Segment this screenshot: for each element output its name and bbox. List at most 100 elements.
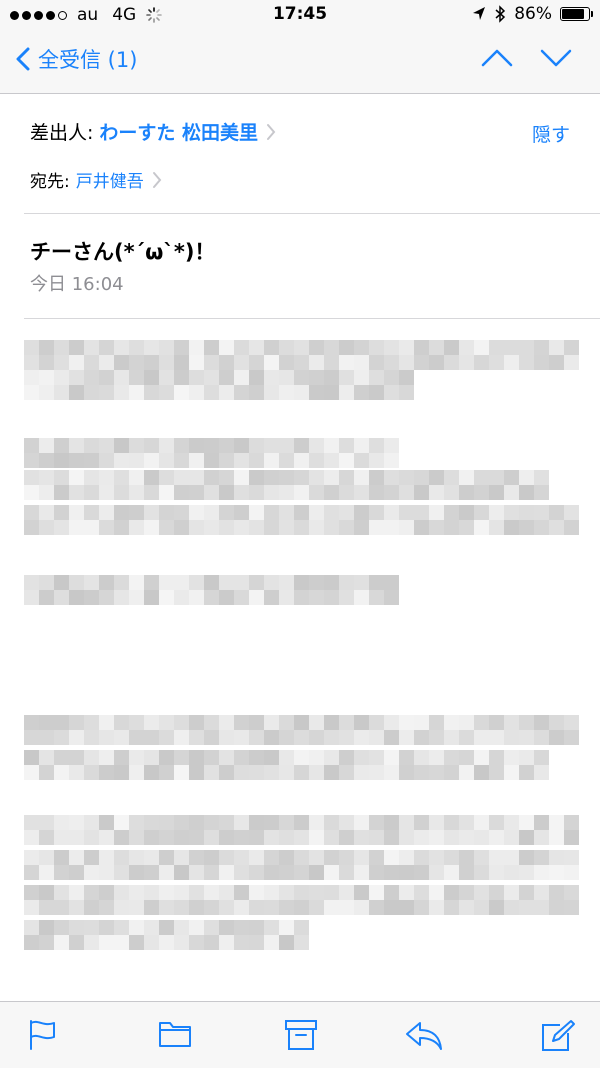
mosaic-pixel: [414, 900, 429, 915]
mosaic-pixel: [324, 715, 339, 730]
mosaic-pixel: [564, 355, 579, 370]
mosaic-pixel: [129, 900, 144, 915]
folder-icon[interactable]: [158, 1019, 192, 1049]
mosaic-pixel: [489, 865, 504, 880]
mosaic-pixel: [369, 885, 384, 900]
mosaic-pixel: [384, 865, 399, 880]
mosaic-pixel: [519, 470, 534, 485]
mosaic-pixel: [174, 370, 189, 385]
mosaic-pixel: [84, 453, 99, 468]
mosaic-pixel: [234, 865, 249, 880]
mosaic-pixel: [39, 575, 54, 590]
mosaic-pixel: [144, 385, 159, 400]
mosaic-pixel: [399, 865, 414, 880]
mosaic-pixel: [114, 830, 129, 845]
mosaic-pixel: [519, 750, 534, 765]
mosaic-pixel: [384, 370, 399, 385]
reply-icon[interactable]: [404, 1019, 444, 1051]
mosaic-pixel: [39, 505, 54, 520]
mosaic-pixel: [249, 575, 264, 590]
mosaic-pixel: [324, 885, 339, 900]
mosaic-pixel: [174, 505, 189, 520]
mosaic-pixel: [54, 590, 69, 605]
mosaic-pixel: [159, 815, 174, 830]
mosaic-pixel: [219, 815, 234, 830]
mosaic-pixel: [294, 340, 309, 355]
mosaic-pixel: [294, 765, 309, 780]
mosaic-pixel: [309, 485, 324, 500]
mosaic-pixel: [39, 730, 54, 745]
mosaic-pixel: [219, 340, 234, 355]
mosaic-pixel: [129, 730, 144, 745]
previous-message-button[interactable]: [481, 47, 513, 69]
mosaic-pixel: [84, 715, 99, 730]
mosaic-pixel: [219, 370, 234, 385]
mosaic-pixel: [249, 385, 264, 400]
mosaic-pixel: [279, 900, 294, 915]
recipient-row[interactable]: 宛先: 戸井健吾: [30, 167, 162, 192]
mosaic-pixel: [384, 765, 399, 780]
mosaic-pixel: [339, 340, 354, 355]
battery-percentage: 86%: [514, 4, 552, 24]
mosaic-pixel: [264, 385, 279, 400]
mosaic-pixel: [234, 575, 249, 590]
mosaic-pixel: [69, 715, 84, 730]
mosaic-pixel: [339, 830, 354, 845]
mosaic-pixel: [219, 505, 234, 520]
mosaic-pixel: [294, 830, 309, 845]
mosaic-pixel: [264, 920, 279, 935]
mosaic-pixel: [384, 715, 399, 730]
mosaic-pixel: [234, 520, 249, 535]
mosaic-pixel: [249, 355, 264, 370]
mosaic-pixel: [429, 830, 444, 845]
mosaic-pixel: [459, 765, 474, 780]
mosaic-pixel: [129, 590, 144, 605]
mosaic-pixel: [429, 485, 444, 500]
mosaic-pixel: [474, 750, 489, 765]
mosaic-pixel: [234, 505, 249, 520]
mosaic-pixel: [429, 750, 444, 765]
mosaic-pixel: [159, 470, 174, 485]
mosaic-pixel: [249, 715, 264, 730]
next-message-button[interactable]: [540, 47, 572, 69]
mosaic-pixel: [309, 730, 324, 745]
hide-details-link[interactable]: 隠す: [532, 120, 570, 147]
mosaic-pixel: [294, 850, 309, 865]
mosaic-pixel: [354, 520, 369, 535]
mosaic-pixel: [459, 750, 474, 765]
mosaic-pixel: [354, 885, 369, 900]
mosaic-pixel: [24, 850, 39, 865]
mosaic-pixel: [69, 385, 84, 400]
mosaic-pixel: [219, 715, 234, 730]
mosaic-pixel: [339, 750, 354, 765]
mosaic-pixel: [159, 520, 174, 535]
mosaic-pixel: [54, 370, 69, 385]
archive-icon[interactable]: [284, 1019, 318, 1051]
mosaic-pixel: [459, 830, 474, 845]
mosaic-pixel: [39, 815, 54, 830]
mosaic-pixel: [204, 370, 219, 385]
mosaic-pixel: [84, 935, 99, 950]
mosaic-pixel: [309, 590, 324, 605]
sender-row[interactable]: 差出人: わーすた 松田美里: [30, 118, 276, 145]
sender-name[interactable]: わーすた 松田美里: [99, 118, 258, 145]
mosaic-pixel: [324, 815, 339, 830]
mosaic-pixel: [189, 850, 204, 865]
mosaic-pixel: [219, 470, 234, 485]
mosaic-pixel: [354, 485, 369, 500]
flag-icon[interactable]: [28, 1019, 58, 1051]
back-button[interactable]: 全受信 (1): [16, 44, 137, 74]
mosaic-pixel: [204, 485, 219, 500]
mosaic-pixel: [234, 765, 249, 780]
mosaic-pixel: [324, 900, 339, 915]
mosaic-pixel: [39, 750, 54, 765]
status-bar-right: 86%: [472, 4, 593, 24]
mosaic-pixel: [264, 340, 279, 355]
mosaic-pixel: [69, 370, 84, 385]
mosaic-pixel: [444, 815, 459, 830]
compose-icon[interactable]: [540, 1019, 576, 1053]
mosaic-pixel: [504, 730, 519, 745]
mosaic-pixel: [99, 715, 114, 730]
mosaic-pixel: [414, 485, 429, 500]
recipient-name[interactable]: 戸井健吾: [76, 167, 144, 192]
